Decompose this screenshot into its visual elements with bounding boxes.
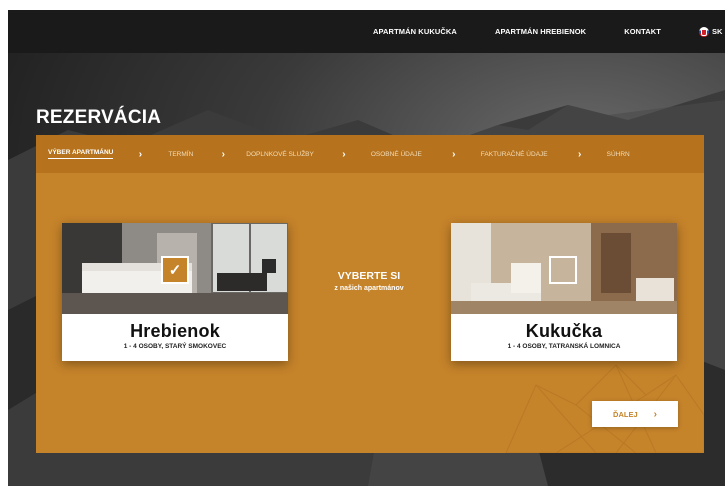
unselected-checkbox[interactable] (549, 256, 577, 284)
prompt-subtitle: z našich apartmánov (334, 285, 404, 292)
step-fakturacne-udaje[interactable]: FAKTURAČNÉ ÚDAJE (481, 151, 548, 158)
next-button[interactable]: ĎALEJ › (592, 401, 678, 427)
page-background: APARTMÁN KUKUČKA APARTMÁN HREBIENOK KONT… (8, 10, 725, 486)
apartment-details: 1 - 4 OSOBY, TATRANSKÁ LOMNICA (507, 343, 621, 350)
apartment-details: 1 - 4 OSOBY, STARÝ SMOKOVEC (123, 343, 227, 350)
language-switcher[interactable]: SK (699, 26, 725, 37)
nav-link-hrebienok[interactable]: APARTMÁN HREBIENOK (495, 27, 586, 36)
apartment-card-hrebienok[interactable]: ✓ Hrebienok 1 - 4 OSOBY, STARÝ SMOKOVEC (62, 223, 288, 361)
step-suhrn[interactable]: SÚHRN (607, 151, 630, 158)
reservation-panel: VÝBER APARTMÁNU › TERMÍN › DOPLNKOVÉ SLU… (36, 135, 704, 453)
apartment-name: Hrebienok (130, 321, 220, 341)
step-termin[interactable]: TERMÍN (168, 151, 193, 158)
nav-link-kontakt[interactable]: KONTAKT (624, 27, 661, 36)
page-title: REZERVÁCIA (36, 107, 162, 128)
step-vyber-apartmanu[interactable]: VÝBER APARTMÁNU (48, 149, 114, 159)
selection-prompt: VYBERTE SI z našich apartmánov (304, 270, 434, 292)
chevron-right-icon: › (342, 148, 346, 160)
booking-steps: VÝBER APARTMÁNU › TERMÍN › DOPLNKOVÉ SLU… (36, 135, 704, 173)
apartment-name: Kukučka (525, 321, 603, 341)
step-osobne-udaje[interactable]: OSOBNÉ ÚDAJE (371, 151, 422, 158)
next-button-label: ĎALEJ (613, 409, 638, 419)
chevron-right-icon: › (221, 148, 225, 160)
language-label: SK (712, 27, 723, 36)
step-doplnkove-sluzby[interactable]: DOPLNKOVÉ SLUŽBY (246, 151, 314, 158)
chevron-right-icon: › (452, 148, 456, 160)
chevron-right-icon: › (577, 148, 582, 160)
chevron-right-icon: › (653, 408, 657, 420)
slovakia-flag-icon (699, 26, 709, 37)
prompt-title: VYBERTE SI (337, 270, 401, 282)
apartment-photo-hrebienok: ✓ (62, 223, 288, 314)
top-navigation: APARTMÁN KUKUČKA APARTMÁN HREBIENOK KONT… (8, 10, 725, 53)
check-icon: ✓ (168, 261, 182, 279)
apartment-card-kukucka[interactable]: Kukučka 1 - 4 OSOBY, TATRANSKÁ LOMNICA (451, 223, 677, 361)
selected-checkbox[interactable]: ✓ (161, 256, 189, 284)
chevron-right-icon: › (138, 148, 143, 160)
nav-link-kukucka[interactable]: APARTMÁN KUKUČKA (373, 27, 457, 36)
apartment-photo-kukucka (451, 223, 677, 314)
